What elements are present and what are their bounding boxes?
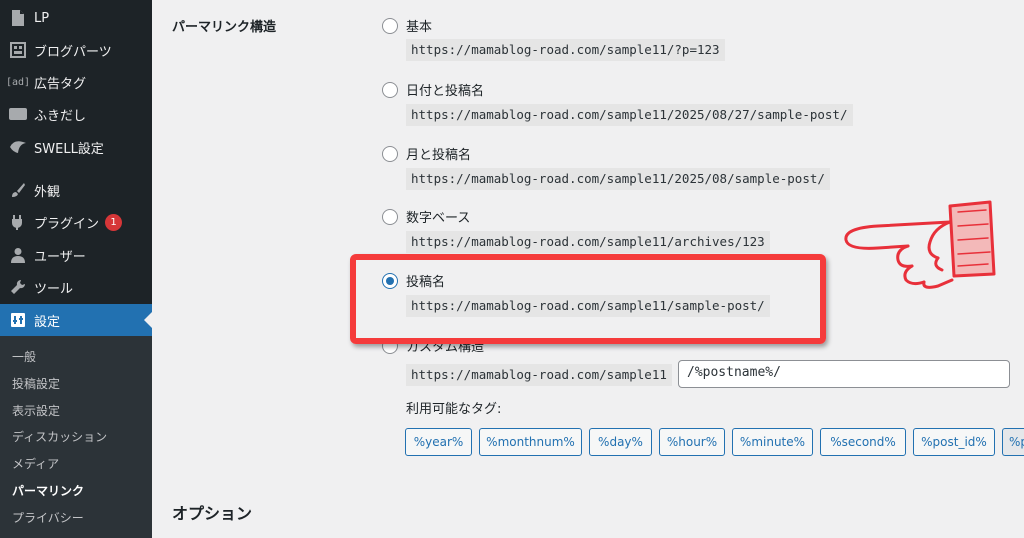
swell-icon xyxy=(8,140,28,154)
speech-bubble-icon xyxy=(8,108,28,120)
user-icon xyxy=(8,247,28,263)
menu-item-appearance[interactable]: 外観 xyxy=(0,174,152,206)
menu-item-swell-settings[interactable]: SWELL設定 xyxy=(0,131,152,163)
url-example-day-name: https://mamablog-road.com/sample11/2025/… xyxy=(406,104,853,126)
admin-sidebar: LP ブログパーツ [ad] 広告タグ ふきだし SWELL設定 外観 プラグイ… xyxy=(0,0,152,538)
option-label: 日付と投稿名 xyxy=(406,84,485,99)
custom-url-prefix: https://mamablog-road.com/sample11 xyxy=(406,364,672,386)
option-label: 数字ベース xyxy=(406,211,471,226)
plugin-icon xyxy=(8,214,28,230)
option-month-name[interactable]: 月と投稿名 xyxy=(382,144,471,163)
tag-day-button[interactable]: %day% xyxy=(589,428,652,456)
menu-label: SWELL設定 xyxy=(34,141,104,157)
tag-monthnum-button[interactable]: %monthnum% xyxy=(479,428,582,456)
highlight-box xyxy=(350,254,826,344)
menu-item-settings[interactable]: 設定 xyxy=(0,304,152,336)
permalink-structure-label: パーマリンク構造 xyxy=(172,20,277,35)
menu-label: 広告タグ xyxy=(34,76,87,92)
menu-label: ユーザー xyxy=(34,249,86,265)
menu-label: LP xyxy=(34,10,50,26)
brush-icon xyxy=(8,182,28,198)
menu-item-fukidashi[interactable]: ふきだし xyxy=(0,98,152,130)
url-example-plain: https://mamablog-road.com/sample11/?p=12… xyxy=(406,39,725,61)
radio-plain[interactable] xyxy=(382,17,398,34)
menu-label: ツール xyxy=(34,281,74,297)
submenu-reading[interactable]: 表示設定 xyxy=(12,402,60,419)
submenu-writing[interactable]: 投稿設定 xyxy=(12,375,60,392)
menu-label: ブログパーツ xyxy=(34,44,112,60)
menu-item-tools[interactable]: ツール xyxy=(0,271,152,303)
option-day-name[interactable]: 日付と投稿名 xyxy=(382,80,484,99)
url-example-numeric: https://mamablog-road.com/sample11/archi… xyxy=(406,231,770,253)
menu-item-plugins[interactable]: プラグイン 1 xyxy=(0,206,152,238)
submenu-general[interactable]: 一般 xyxy=(12,348,36,365)
menu-label: ふきだし xyxy=(34,108,87,124)
options-section-title: オプション xyxy=(172,504,253,523)
option-label: 基本 xyxy=(406,20,433,35)
menu-item-lp[interactable]: LP xyxy=(0,2,152,34)
submenu-permalinks[interactable]: パーマリンク xyxy=(12,482,84,499)
page-icon xyxy=(8,10,28,26)
ad-icon: [ad] xyxy=(5,76,31,88)
menu-item-blog-parts[interactable]: ブログパーツ xyxy=(0,34,152,66)
settings-icon xyxy=(8,312,28,328)
submenu-media[interactable]: メディア xyxy=(12,455,59,472)
wrench-icon xyxy=(8,279,28,295)
tag-post-id-button[interactable]: %post_id% xyxy=(913,428,995,456)
pointing-hand-icon xyxy=(844,200,996,289)
blocks-icon xyxy=(8,42,28,58)
tag-hour-button[interactable]: %hour% xyxy=(659,428,725,456)
option-label: 月と投稿名 xyxy=(406,148,472,163)
tag-second-button[interactable]: %second% xyxy=(820,428,906,456)
submenu-discussion[interactable]: ディスカッション xyxy=(12,428,107,445)
tag-year-button[interactable]: %year% xyxy=(405,428,472,456)
menu-item-users[interactable]: ユーザー xyxy=(0,239,152,271)
submenu-privacy[interactable]: プライバシー xyxy=(12,509,84,526)
menu-item-ad-tag[interactable]: [ad] 広告タグ xyxy=(0,66,152,98)
update-count-badge: 1 xyxy=(105,213,123,231)
available-tags-label: 利用可能なタグ: xyxy=(406,402,502,417)
radio-numeric[interactable] xyxy=(382,208,398,225)
menu-label: 設定 xyxy=(34,314,61,330)
radio-month-name[interactable] xyxy=(382,145,398,162)
option-plain[interactable]: 基本 xyxy=(382,16,432,35)
tag-postname-button[interactable]: %p xyxy=(1002,428,1024,456)
custom-structure-input[interactable]: /%postname%/ xyxy=(678,360,1010,388)
menu-label: 外観 xyxy=(34,184,61,200)
menu-label: プラグイン xyxy=(34,216,100,232)
tag-minute-button[interactable]: %minute% xyxy=(732,428,813,456)
url-example-month-name: https://mamablog-road.com/sample11/2025/… xyxy=(406,168,830,190)
settings-submenu: 一般 投稿設定 表示設定 ディスカッション メディア パーマリンク プライバシー xyxy=(0,336,152,538)
radio-day-name[interactable] xyxy=(382,81,398,98)
option-numeric[interactable]: 数字ベース xyxy=(382,207,470,226)
